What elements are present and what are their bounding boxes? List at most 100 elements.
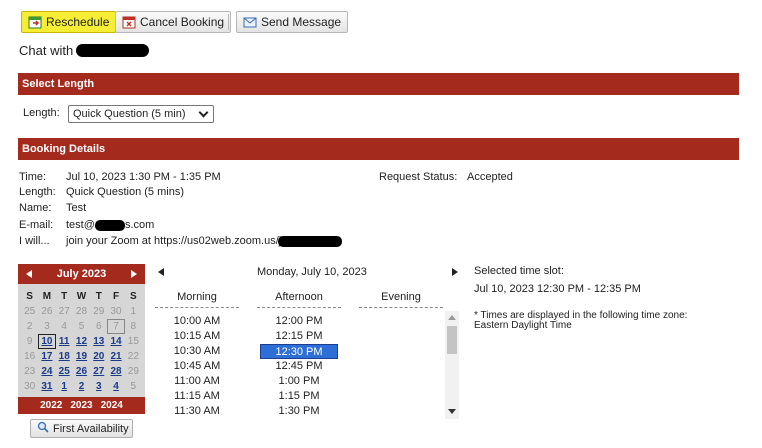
- length-select[interactable]: Quick Question (5 min): [68, 105, 214, 123]
- time-slot-list: 10:00 AM 10:15 AM 10:30 AM 10:45 AM 11:0…: [150, 311, 445, 419]
- calendar-day: 15: [127, 336, 139, 347]
- dow-sat: S: [129, 291, 137, 302]
- time-slot[interactable]: 11:15 AM: [155, 389, 239, 404]
- redacted-zoom-link: [278, 236, 342, 247]
- calendar-dow-row: S M T W T F S: [21, 289, 142, 304]
- calendar-day: 4: [61, 321, 67, 332]
- calendar-day-link[interactable]: 14: [107, 334, 124, 349]
- calendar-week: 25 26 27 28 29 30 1: [21, 304, 142, 319]
- calendar-week: 23 24 25 26 27 28 29: [21, 364, 142, 379]
- redacted-name: [76, 44, 149, 57]
- cancel-booking-label: Cancel Booking: [140, 15, 225, 29]
- calendar-day-link[interactable]: 20: [90, 349, 107, 364]
- chat-with-label: Chat with: [19, 43, 74, 58]
- i-will-value: join your Zoom at https://us02web.zoom.u…: [66, 235, 282, 247]
- scroll-up-icon[interactable]: [448, 315, 456, 320]
- length-label: Length:: [19, 186, 56, 198]
- time-slot-selected[interactable]: 12:30 PM: [260, 344, 338, 359]
- envelope-icon: [243, 15, 257, 29]
- morning-header: Morning: [155, 291, 239, 308]
- time-slot[interactable]: 12:15 PM: [257, 329, 341, 344]
- send-message-button[interactable]: Send Message: [236, 11, 349, 33]
- first-availability-label: First Availability: [53, 422, 129, 435]
- calendar-day: 30: [110, 306, 122, 317]
- calendar-day-link[interactable]: 28: [107, 364, 124, 379]
- dow-sun: S: [26, 291, 33, 302]
- selected-slot-label: Selected time slot:: [474, 265, 564, 277]
- calendar-month-label: July 2023: [56, 268, 107, 280]
- time-slot[interactable]: 10:30 AM: [155, 344, 239, 359]
- calendar-day-link[interactable]: 25: [56, 364, 73, 379]
- scrollbar-thumb[interactable]: [447, 326, 457, 354]
- calendar-day: 16: [24, 351, 36, 362]
- calendar-day-link[interactable]: 21: [107, 349, 124, 364]
- time-slot[interactable]: 10:00 AM: [155, 314, 239, 329]
- year-link[interactable]: 2023: [70, 400, 92, 411]
- prev-day-icon[interactable]: [158, 268, 164, 276]
- first-availability-button[interactable]: First Availability: [30, 419, 133, 438]
- calendar-day: 22: [127, 351, 139, 362]
- calendar-day: 30: [24, 381, 36, 392]
- calendar-day-link[interactable]: 11: [56, 334, 73, 349]
- mini-calendar: July 2023 S M T W T F S 25 26 27 28 29 3…: [18, 264, 145, 414]
- calendar-day: 23: [24, 366, 36, 377]
- time-slot[interactable]: 1:15 PM: [257, 389, 341, 404]
- calendar-week: 16 17 18 19 20 21 22: [21, 349, 142, 364]
- time-slot[interactable]: 11:30 AM: [155, 404, 239, 419]
- request-status-label: Request Status:: [379, 171, 458, 183]
- calendar-day-link[interactable]: 24: [38, 364, 55, 379]
- calendar-day-link[interactable]: 2: [73, 379, 90, 394]
- next-month-icon[interactable]: [131, 270, 137, 278]
- time-slot[interactable]: 10:45 AM: [155, 359, 239, 374]
- slot-list-scrollbar[interactable]: [445, 311, 459, 419]
- time-slot[interactable]: 12:00 PM: [257, 314, 341, 329]
- dow-mon: M: [42, 291, 52, 302]
- timezone-name: Eastern Daylight Time: [474, 320, 572, 331]
- reschedule-label: Reschedule: [46, 15, 110, 29]
- scroll-down-icon[interactable]: [448, 409, 456, 414]
- schedule-date: Monday, July 10, 2023: [257, 266, 367, 278]
- time-slot[interactable]: 1:30 PM: [257, 404, 341, 419]
- cancel-booking-button[interactable]: Cancel Booking: [115, 11, 232, 33]
- calendar-day-link[interactable]: 26: [73, 364, 90, 379]
- afternoon-header: Afternoon: [257, 291, 341, 308]
- calendar-arrow-icon: [28, 15, 42, 29]
- time-slot[interactable]: 12:45 PM: [257, 359, 341, 374]
- toolbar-divider: [228, 14, 229, 30]
- reschedule-button[interactable]: Reschedule: [21, 11, 117, 33]
- year-link[interactable]: 2022: [40, 400, 62, 411]
- email-value-prefix: test@: [66, 219, 95, 231]
- calendar-day-link[interactable]: 3: [90, 379, 107, 394]
- calendar-day: 29: [127, 366, 139, 377]
- redacted-email: [95, 220, 125, 231]
- time-slot[interactable]: 1:00 PM: [257, 374, 341, 389]
- selected-slot-value: Jul 10, 2023 12:30 PM - 12:35 PM: [474, 283, 641, 295]
- calendar-day-link[interactable]: 27: [90, 364, 107, 379]
- i-will-label: I will...: [19, 235, 50, 247]
- time-slot[interactable]: 10:15 AM: [155, 329, 239, 344]
- evening-header: Evening: [359, 291, 443, 308]
- calendar-day-link[interactable]: 13: [90, 334, 107, 349]
- calendar-day: 25: [24, 306, 36, 317]
- calendar-day-link[interactable]: 12: [73, 334, 90, 349]
- calendar-day: 27: [58, 306, 70, 317]
- calendar-day-selected[interactable]: 10: [38, 334, 56, 349]
- calendar-day-link[interactable]: 17: [38, 349, 55, 364]
- next-day-icon[interactable]: [452, 268, 458, 276]
- magnifier-icon: [37, 421, 49, 436]
- calendar-day: 8: [130, 321, 137, 332]
- time-slot[interactable]: 11:00 AM: [155, 374, 239, 389]
- year-link[interactable]: 2024: [101, 400, 123, 411]
- calendar-day-link[interactable]: 19: [73, 349, 90, 364]
- dow-fri: F: [112, 291, 120, 302]
- dow-wed: W: [76, 291, 87, 302]
- calendar-cancel-icon: [122, 15, 136, 29]
- calendar-day-link[interactable]: 18: [56, 349, 73, 364]
- length-select-label: Length:: [23, 107, 60, 119]
- calendar-week: 2 3 4 5 6 7 8: [21, 319, 142, 334]
- calendar-day-link[interactable]: 4: [107, 379, 124, 394]
- name-label: Name:: [19, 202, 52, 214]
- calendar-day: 6: [95, 321, 102, 332]
- calendar-day-link[interactable]: 31: [38, 379, 55, 394]
- calendar-day-link[interactable]: 1: [56, 379, 73, 394]
